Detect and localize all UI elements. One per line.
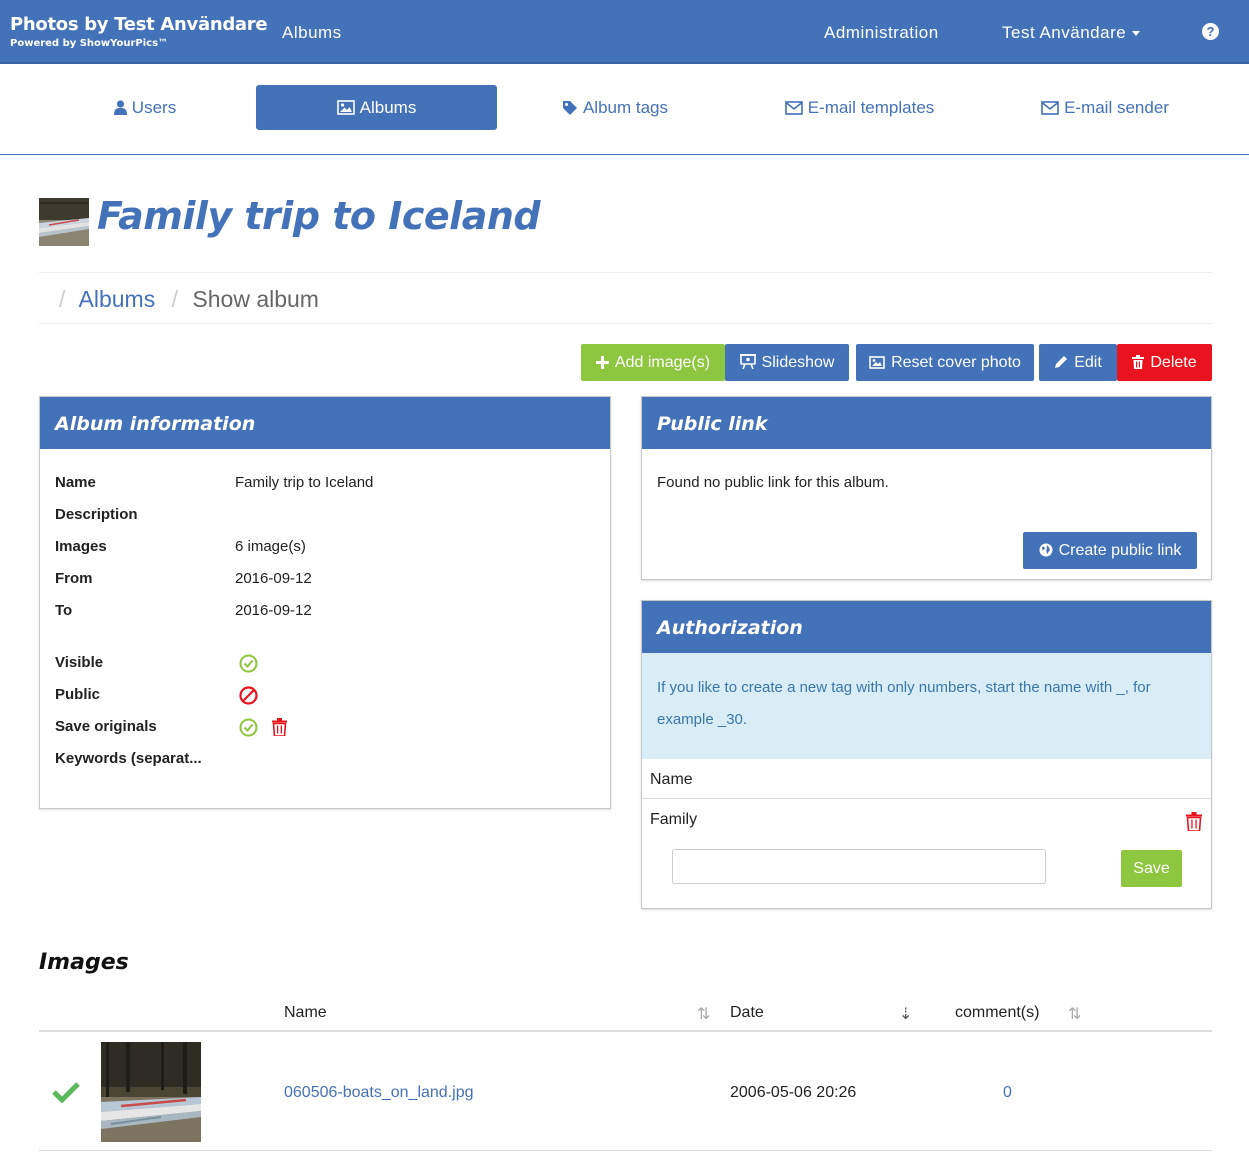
reset-cover-photo-button[interactable]: Reset cover photo [856, 344, 1034, 381]
trash-icon [1132, 355, 1145, 369]
delete-originals-trash-icon[interactable] [272, 718, 287, 740]
table-row-divider [39, 1150, 1212, 1151]
help-icon[interactable]: ? [1202, 23, 1219, 40]
delete-label: Delete [1150, 354, 1197, 371]
tab-albums[interactable]: Albums [256, 85, 497, 130]
sort-numeric-desc-icon[interactable]: ⇣ [899, 1004, 912, 1024]
authorization-col-name: Name [650, 771, 693, 788]
add-images-label: Add image(s) [614, 354, 711, 371]
authorization-info-alert: If you like to create a new tag with onl… [642, 653, 1211, 759]
tab-users[interactable]: Users [100, 85, 190, 130]
tab-users-label: Users [131, 98, 177, 117]
breadcrumb-separator: / [59, 286, 66, 312]
tab-email-templates[interactable]: E-mail templates [781, 85, 938, 130]
image-icon [336, 100, 355, 115]
tab-email-templates-label: E-mail templates [807, 98, 935, 117]
public-link-message: Found no public link for this album. [657, 474, 889, 491]
tab-albums-label: Albums [359, 98, 417, 117]
divider [642, 798, 1211, 799]
user-name: Test Användare [1002, 23, 1127, 42]
brand-subtitle: Powered by ShowYourPics™ [10, 38, 169, 49]
public-link-heading: Public link [642, 397, 1211, 449]
album-information-panel: Album information Name Family trip to Ic… [39, 396, 611, 809]
info-label: Images [55, 538, 107, 555]
table-header-divider [39, 1030, 1212, 1032]
user-menu[interactable]: Test Användare [1002, 23, 1141, 43]
tab-album-tags[interactable]: Album tags [557, 85, 673, 130]
brand-title: Photos by Test Användare [10, 14, 268, 35]
nav-administration-link[interactable]: Administration [824, 23, 939, 43]
delete-button[interactable]: Delete [1117, 344, 1212, 381]
brand[interactable]: Photos by Test Användare Powered by Show… [10, 14, 268, 49]
col-header-comments[interactable]: comment(s) [955, 1004, 1039, 1022]
image-thumbnail[interactable] [101, 1042, 201, 1142]
authorization-panel: Authorization If you like to create a ne… [641, 600, 1212, 909]
reset-cover-photo-label: Reset cover photo [891, 354, 1021, 371]
pencil-icon [1055, 356, 1068, 368]
images-heading: Images [39, 950, 129, 975]
check-circle-icon [239, 718, 258, 741]
nav-albums-link[interactable]: Albums [282, 23, 342, 43]
remove-tag-trash-icon[interactable] [1186, 812, 1202, 836]
page-title: Family trip to Iceland [97, 194, 541, 238]
admin-subnav: Users Albums Album tags E-mail templates… [0, 66, 1249, 155]
authorization-heading: Authorization [642, 601, 1211, 653]
edit-label: Edit [1074, 354, 1102, 371]
tab-album-tags-label: Album tags [582, 98, 669, 117]
tag-icon [562, 101, 577, 115]
authorization-tag-name: Family [650, 811, 698, 828]
info-label: Save originals [55, 718, 157, 735]
info-value: 2016-09-12 [235, 602, 312, 619]
public-link-panel: Public link Found no public link for thi… [641, 396, 1212, 580]
image-comments-link[interactable]: 0 [1003, 1084, 1012, 1102]
tab-email-sender[interactable]: E-mail sender [1038, 85, 1172, 130]
album-information-heading: Album information [40, 397, 610, 449]
info-label: Public [55, 686, 101, 703]
sort-icon[interactable]: ⇅ [1068, 1004, 1081, 1024]
new-tag-input[interactable] [672, 849, 1046, 884]
add-images-button[interactable]: Add image(s) [581, 344, 725, 381]
album-cover-thumbnail [39, 198, 89, 246]
ban-icon [239, 686, 258, 709]
check-icon[interactable] [52, 1081, 80, 1108]
image-icon [869, 356, 885, 369]
info-label: From [55, 570, 93, 587]
slideshow-icon [739, 354, 756, 370]
top-navbar: Photos by Test Användare Powered by Show… [0, 0, 1249, 64]
info-label: Description [55, 506, 138, 523]
info-value: 2016-09-12 [235, 570, 312, 587]
slideshow-label: Slideshow [761, 354, 835, 371]
image-name-link[interactable]: 060506-boats_on_land.jpg [284, 1084, 474, 1102]
info-label: Visible [55, 654, 104, 671]
info-label: Name [55, 474, 96, 491]
create-public-link-button[interactable]: Create public link [1023, 532, 1197, 569]
plus-icon [595, 356, 609, 369]
globe-icon [1039, 543, 1053, 557]
slideshow-button[interactable]: Slideshow [725, 344, 849, 381]
caret-down-icon [1132, 31, 1141, 37]
info-value: 6 image(s) [235, 538, 306, 555]
save-tag-button[interactable]: Save [1121, 850, 1182, 887]
info-label: Keywords (separat... [55, 750, 202, 767]
sort-icon[interactable]: ⇅ [697, 1004, 710, 1024]
create-public-link-label: Create public link [1058, 542, 1182, 559]
envelope-icon [784, 101, 803, 115]
col-header-name[interactable]: Name [284, 1004, 327, 1022]
check-circle-icon [239, 654, 258, 677]
col-header-date[interactable]: Date [730, 1004, 764, 1022]
breadcrumb: / Albums / Show album [39, 272, 1212, 324]
breadcrumb-current: Show album [192, 286, 319, 312]
tab-email-sender-label: E-mail sender [1064, 98, 1169, 117]
image-date: 2006-05-06 20:26 [730, 1084, 857, 1101]
info-label: To [55, 602, 73, 619]
envelope-icon [1041, 101, 1059, 115]
breadcrumb-albums-link[interactable]: Albums [79, 286, 156, 312]
edit-button[interactable]: Edit [1039, 344, 1117, 381]
info-value: Family trip to Iceland [235, 474, 374, 491]
breadcrumb-separator: / [171, 286, 178, 312]
user-icon [113, 100, 127, 115]
